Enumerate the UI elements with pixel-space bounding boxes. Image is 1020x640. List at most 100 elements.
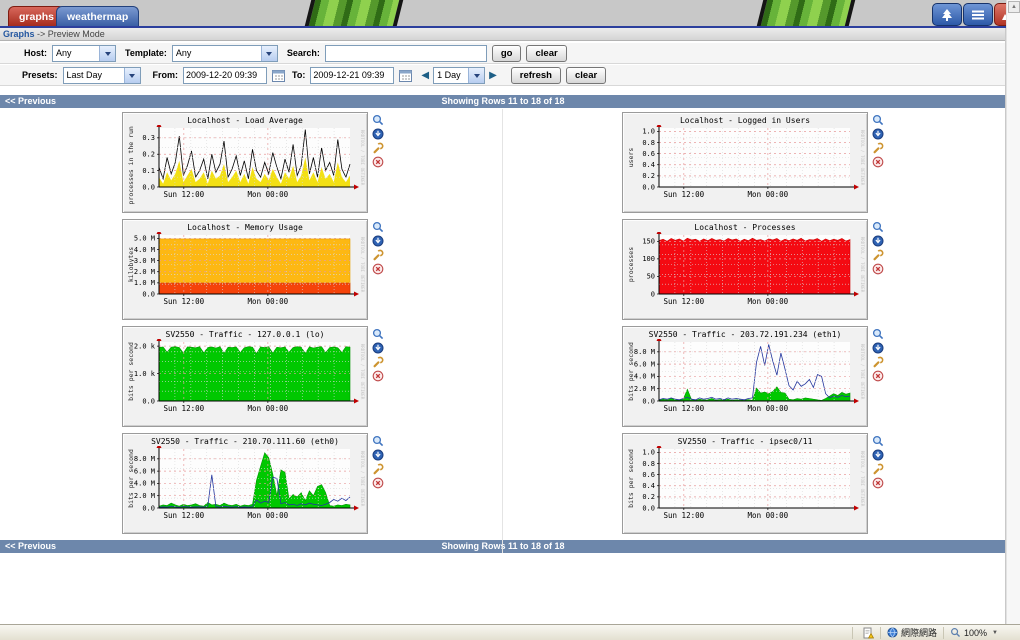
remove-graph-icon[interactable] [872, 263, 884, 275]
csv-export-icon[interactable] [372, 128, 384, 140]
graph-image[interactable]: Localhost - Processes 050100150Sun 12:00… [622, 219, 868, 320]
svg-text:bits per second: bits per second [127, 342, 135, 401]
graph-source-icon[interactable] [872, 142, 884, 154]
remove-graph-icon[interactable] [372, 156, 384, 168]
host-select[interactable]: Any [52, 45, 116, 62]
to-calendar-icon[interactable] [398, 68, 413, 83]
from-calendar-icon[interactable] [271, 68, 286, 83]
graph-image[interactable]: Localhost - Logged in Users 0.00.20.40.6… [622, 112, 868, 213]
rows-status: Showing Rows 11 to 18 of 18 [0, 541, 1006, 551]
svg-text:4.0 M: 4.0 M [134, 480, 155, 488]
graph-image[interactable]: SV2550 - Traffic - 127.0.0.1 (lo) 0.01.0… [122, 326, 368, 427]
svg-text:RRDTOOL / TOBI OETIKER: RRDTOOL / TOBI OETIKER [860, 237, 865, 293]
shift-span-value: 1 Day [437, 70, 461, 80]
zoom-graph-icon[interactable] [372, 328, 384, 340]
scrollbar[interactable]: ▲ [1006, 0, 1020, 624]
remove-graph-icon[interactable] [372, 477, 384, 489]
csv-export-icon[interactable] [372, 342, 384, 354]
svg-text:0.2: 0.2 [642, 172, 655, 180]
remove-graph-icon[interactable] [872, 477, 884, 489]
zoom-graph-icon[interactable] [872, 114, 884, 126]
to-date-input[interactable] [310, 67, 394, 84]
graph-source-icon[interactable] [872, 249, 884, 261]
template-select[interactable]: Any [172, 45, 278, 62]
remove-graph-icon[interactable] [372, 263, 384, 275]
graph-source-icon[interactable] [372, 142, 384, 154]
timespan-bar: Presets: Last Day From: To: ◀ 1 Day ▶ re… [0, 65, 1006, 86]
graph-image[interactable]: Localhost - Memory Usage 0.01.0 M2.0 M3.… [122, 219, 368, 320]
graph-source-icon[interactable] [372, 249, 384, 261]
search-input[interactable] [325, 45, 487, 62]
svg-text:0.0: 0.0 [142, 504, 155, 512]
shift-span-select[interactable]: 1 Day [433, 67, 485, 84]
shift-left-icon[interactable]: ◀ [421, 70, 429, 81]
shift-right-icon[interactable]: ▶ [489, 70, 497, 81]
clear-filter-button[interactable]: clear [526, 45, 566, 62]
svg-text:Mon 00:00: Mon 00:00 [248, 404, 289, 413]
remove-graph-icon[interactable] [372, 370, 384, 382]
to-label: To: [292, 70, 305, 80]
graph-cell: Localhost - Logged in Users 0.00.20.40.6… [622, 112, 886, 213]
graph-image[interactable]: Localhost - Load Average 0.00.10.20.3Sun… [122, 112, 368, 213]
graph-actions [372, 114, 384, 168]
svg-text:RRDTOOL / TOBI OETIKER: RRDTOOL / TOBI OETIKER [360, 130, 365, 186]
graph-plot: 0.01.0 k2.0 kSun 12:00Mon 00:00bits per … [124, 339, 368, 426]
zoom-graph-icon[interactable] [872, 328, 884, 340]
zoom-level-segment[interactable]: 100% ▼ [944, 627, 1004, 639]
refresh-button[interactable]: refresh [511, 67, 561, 84]
zoom-graph-icon[interactable] [872, 221, 884, 233]
graph-plot: 0.00.10.20.3Sun 12:00Mon 00:00processes … [124, 125, 368, 212]
svg-text:6.0 M: 6.0 M [634, 360, 655, 368]
graph-cell: Localhost - Memory Usage 0.01.0 M2.0 M3.… [122, 219, 386, 320]
graph-plot: 0.02.0 M4.0 M6.0 M8.0 MSun 12:00Mon 00:0… [624, 339, 868, 426]
list-view-button[interactable] [963, 3, 993, 26]
clear-timespan-button[interactable]: clear [566, 67, 606, 84]
csv-export-icon[interactable] [872, 449, 884, 461]
graph-source-icon[interactable] [372, 356, 384, 368]
zoom-graph-icon[interactable] [872, 435, 884, 447]
csv-export-icon[interactable] [372, 449, 384, 461]
svg-text:0.8: 0.8 [642, 139, 655, 147]
zoom-graph-icon[interactable] [372, 435, 384, 447]
svg-text:users: users [627, 148, 635, 168]
svg-text:0.8: 0.8 [642, 460, 655, 468]
from-label: From: [153, 70, 179, 80]
svg-text:50: 50 [647, 273, 655, 281]
list-icon [970, 8, 986, 22]
tab-weathermap[interactable]: weathermap [56, 6, 139, 26]
pager-bar-bottom: << Previous Showing Rows 11 to 18 of 18 [0, 540, 1006, 553]
svg-text:0.0: 0.0 [642, 183, 655, 191]
scroll-up-icon[interactable]: ▲ [1008, 1, 1020, 13]
svg-text:3.0 M: 3.0 M [134, 257, 155, 265]
graph-source-icon[interactable] [372, 463, 384, 475]
graph-plot: 0.02.0 M4.0 M6.0 M8.0 MSun 12:00Mon 00:0… [124, 446, 368, 533]
csv-export-icon[interactable] [372, 235, 384, 247]
svg-text:RRDTOOL / TOBI OETIKER: RRDTOOL / TOBI OETIKER [360, 451, 365, 507]
remove-graph-icon[interactable] [872, 156, 884, 168]
svg-text:kilobytes: kilobytes [127, 247, 135, 282]
csv-export-icon[interactable] [872, 128, 884, 140]
graph-cell: Localhost - Load Average 0.00.10.20.3Sun… [122, 112, 386, 213]
graph-image[interactable]: SV2550 - Traffic - 210.70.111.60 (eth0) … [122, 433, 368, 534]
go-button[interactable]: go [492, 45, 522, 62]
graph-source-icon[interactable] [872, 356, 884, 368]
presets-select[interactable]: Last Day [63, 67, 141, 84]
csv-export-icon[interactable] [872, 342, 884, 354]
graph-title: SV2550 - Traffic - ipsec0/11 [623, 437, 867, 446]
svg-text:Sun 12:00: Sun 12:00 [164, 511, 205, 520]
svg-text:0.2: 0.2 [142, 151, 155, 159]
from-date-input[interactable] [183, 67, 267, 84]
svg-text:8.0 M: 8.0 M [134, 455, 155, 463]
svg-text:1.0: 1.0 [642, 128, 655, 136]
svg-text:2.0 k: 2.0 k [134, 342, 156, 350]
remove-graph-icon[interactable] [872, 370, 884, 382]
graph-source-icon[interactable] [872, 463, 884, 475]
svg-text:0.2: 0.2 [642, 493, 655, 501]
graph-image[interactable]: SV2550 - Traffic - 203.72.191.234 (eth1)… [622, 326, 868, 427]
graph-image[interactable]: SV2550 - Traffic - ipsec0/11 0.00.20.40.… [622, 433, 868, 534]
zoom-graph-icon[interactable] [372, 114, 384, 126]
breadcrumb-graphs-link[interactable]: Graphs [3, 29, 35, 39]
tree-view-button[interactable] [932, 3, 962, 26]
csv-export-icon[interactable] [872, 235, 884, 247]
zoom-graph-icon[interactable] [372, 221, 384, 233]
